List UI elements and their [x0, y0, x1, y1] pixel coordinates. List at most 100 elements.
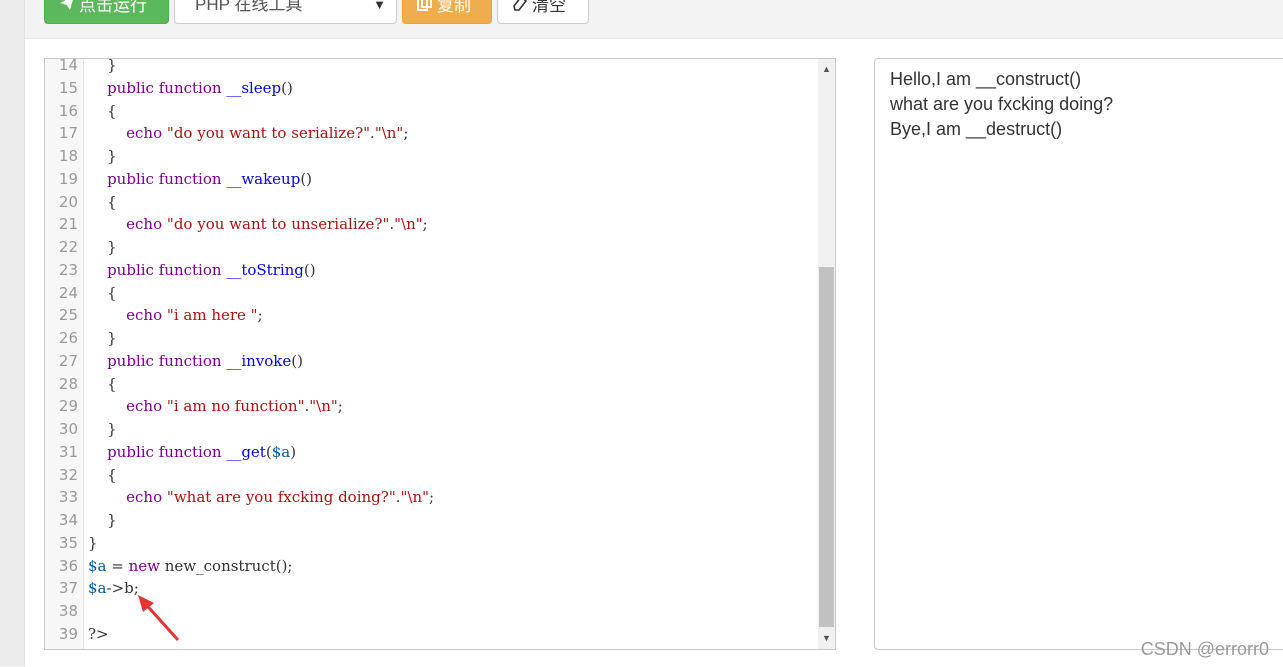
code-text: echo "i am here ";	[88, 304, 263, 327]
line-number: 36	[58, 556, 78, 575]
scrollbar-thumb[interactable]	[819, 267, 834, 627]
line-number: 26	[58, 329, 78, 347]
line-number: 30	[58, 420, 78, 438]
clear-button-label: 清空	[532, 0, 566, 15]
code-token: ;	[337, 397, 343, 416]
code-text: {	[88, 100, 117, 123]
line-number: 17	[58, 124, 78, 143]
code-line: 26 }	[45, 327, 817, 350]
copy-button[interactable]: 复制	[402, 0, 492, 24]
code-text: public function __toString()	[88, 259, 316, 282]
code-token: public	[107, 78, 154, 97]
line-number: 29	[58, 397, 78, 416]
code-text: {	[88, 373, 117, 396]
red-annotation-arrow-icon	[138, 595, 180, 642]
code-token: "\n"	[374, 124, 404, 143]
code-token: function	[158, 169, 222, 188]
code-token: "i am here "	[166, 306, 258, 325]
code-token: new	[128, 556, 160, 575]
code-line: 24 {	[45, 282, 817, 305]
code-token: {	[88, 192, 117, 211]
code-token: "\n"	[400, 488, 430, 507]
code-token: "\n"	[394, 215, 423, 234]
scroll-up-arrow-icon[interactable]: ▲	[818, 61, 835, 78]
code-token: "i am no function"	[166, 397, 305, 416]
code-line: 29 echo "i am no function"."\n";	[45, 395, 817, 418]
code-line: 34 }	[45, 509, 817, 532]
line-number: 33	[58, 488, 78, 507]
code-token: {	[88, 374, 117, 393]
code-text: echo "do you want to serialize?"."\n";	[88, 122, 408, 145]
run-button[interactable]: 点击运行	[44, 0, 169, 24]
code-token: }	[88, 329, 117, 347]
code-token: }	[88, 420, 117, 438]
code-token: ;	[257, 306, 263, 325]
code-text: }	[88, 418, 117, 441]
code-token: ()	[300, 169, 313, 188]
scroll-down-arrow-icon[interactable]: ▼	[818, 630, 835, 647]
code-token: }	[88, 147, 117, 165]
code-text: public function __invoke()	[88, 350, 303, 373]
code-token: __invoke	[226, 351, 292, 370]
language-select-value: PHP 在线工具	[195, 0, 303, 14]
code-token: }	[88, 533, 98, 552]
code-token: ;	[422, 215, 428, 234]
code-editor[interactable]: 14 } 15 public function __sleep() 16 {17 e…	[44, 58, 836, 650]
output-panel: Hello,I am __construct() what are you fx…	[874, 58, 1283, 650]
editor-scrollbar[interactable]: ▲ ▼	[818, 59, 835, 649]
line-number: 21	[58, 215, 78, 234]
code-token: }	[88, 238, 117, 256]
code-token: ()	[303, 260, 316, 279]
code-text: }	[88, 145, 117, 168]
code-token: {	[88, 465, 117, 484]
code-token: __get	[226, 442, 266, 461]
language-select[interactable]: PHP 在线工具 ▼	[174, 0, 397, 24]
line-number: 28	[58, 374, 78, 393]
code-token: echo	[126, 306, 163, 325]
code-token: $a	[88, 556, 107, 575]
code-line: 23 public function __toString()	[45, 259, 817, 282]
eraser-icon	[512, 0, 528, 23]
clear-button[interactable]: 清空	[497, 0, 589, 24]
output-line: what are you fxcking doing?	[890, 94, 1114, 114]
code-line: 17 echo "do you want to serialize?"."\n"…	[45, 122, 817, 145]
code-token: ?>	[88, 624, 109, 643]
code-text: public function __get($a)	[88, 441, 296, 464]
code-token: =	[106, 556, 129, 575]
code-token: public	[107, 351, 154, 370]
code-line: 21 echo "do you want to unserialize?"."\…	[45, 213, 817, 236]
code-token: echo	[126, 397, 163, 416]
code-line: 16 {	[45, 100, 817, 123]
run-button-label: 点击运行	[79, 0, 147, 15]
code-token: function	[158, 351, 222, 370]
code-text: echo "what are you fxcking doing?"."\n";	[88, 486, 434, 509]
code-lines[interactable]: 14 } 15 public function __sleep() 16 {17 e…	[45, 58, 817, 646]
code-text: }	[88, 58, 117, 77]
code-line: 30 }	[45, 418, 817, 441]
watermark: CSDN @errorr0	[1140, 639, 1269, 659]
code-line: 22 }	[45, 236, 817, 259]
copy-button-label: 复制	[437, 0, 471, 15]
code-line: 14 }	[45, 58, 817, 77]
code-line: 33 echo "what are you fxcking doing?"."\…	[45, 486, 817, 509]
line-number: 18	[58, 147, 78, 165]
code-line: 35}	[45, 532, 817, 555]
line-number: 27	[58, 351, 78, 370]
line-number: 20	[58, 192, 78, 211]
code-token: }	[88, 58, 117, 74]
code-token: public	[107, 169, 154, 188]
output-line: Bye,I am __destruct()	[890, 119, 1063, 139]
code-text: }	[88, 532, 98, 555]
code-line: 27 public function __invoke()	[45, 350, 817, 373]
line-number: 24	[58, 283, 78, 302]
left-margin	[0, 0, 24, 666]
code-line: 15 public function __sleep()	[45, 77, 817, 100]
code-token: public	[107, 260, 154, 279]
code-text: public function __wakeup()	[88, 168, 312, 191]
